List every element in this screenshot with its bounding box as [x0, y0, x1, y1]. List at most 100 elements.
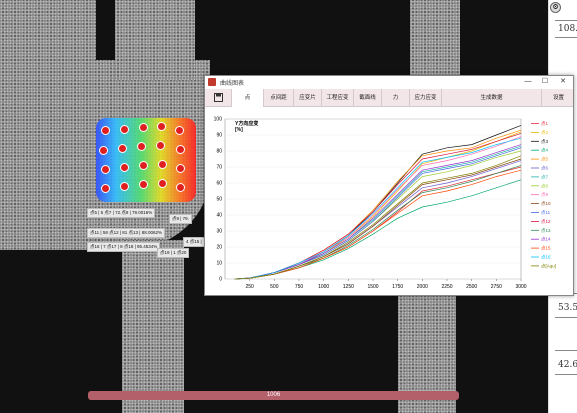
- legend-label: 点15: [541, 246, 551, 252]
- x-tick-label: 1250: [343, 284, 354, 290]
- legend-label: 点9: [541, 192, 548, 198]
- y-tick-label: 40: [216, 213, 222, 219]
- y-tick-label: 50: [216, 197, 222, 203]
- app-icon: [208, 78, 216, 86]
- x-tick-label: 750: [295, 284, 304, 290]
- ruler-divider: [555, 317, 577, 318]
- tracking-point[interactable]: [156, 141, 165, 150]
- x-tick-label: 2750: [491, 284, 502, 290]
- point-callout: 点9 | 79.: [169, 214, 192, 224]
- legend-label: 点6: [541, 166, 548, 172]
- tracking-point[interactable]: [157, 122, 166, 131]
- legend-label: 点8: [541, 183, 548, 189]
- gear-icon[interactable]: ⚙: [550, 2, 561, 13]
- ruler-divider: [555, 350, 577, 351]
- legend-label: 点12: [541, 219, 551, 225]
- tracking-point[interactable]: [118, 144, 127, 153]
- y-tick-label: 70: [216, 165, 222, 171]
- tracking-point[interactable]: [158, 160, 167, 169]
- y-tick-label: 10: [216, 261, 222, 267]
- x-tick-label: 500: [270, 284, 279, 290]
- window-titlebar[interactable]: 曲线图表 — ☐ ✕: [205, 76, 573, 88]
- ruler-divider: [555, 374, 577, 375]
- screen: 点5 | 5 点7 | 72.点8 | 79.0016% 点9 | 79. 点11 …: [0, 0, 577, 413]
- tracking-point[interactable]: [120, 125, 129, 134]
- tracking-point[interactable]: [137, 142, 146, 151]
- close-icon[interactable]: ✕: [556, 77, 570, 87]
- chart-title: Y方向应变: [235, 120, 258, 127]
- legend-label: 点7: [541, 174, 548, 180]
- tab-point-distance[interactable]: 点间距: [264, 89, 294, 107]
- tracking-point[interactable]: [101, 126, 110, 135]
- legend-label: 点13: [541, 228, 551, 234]
- tracking-point[interactable]: [101, 165, 110, 174]
- tab-stress-strain[interactable]: 应力应变: [410, 89, 442, 107]
- tracking-point[interactable]: [176, 183, 185, 192]
- point-callout: 点11 | 58 点12 | 81 点13 | 88.0062%: [87, 228, 165, 238]
- ruler-value: 42.6: [558, 360, 577, 370]
- tracking-point[interactable]: [139, 180, 148, 189]
- tracking-point[interactable]: [176, 145, 185, 154]
- tab-generate-data[interactable]: 生成数据: [442, 89, 542, 107]
- x-tick-label: 1750: [392, 284, 403, 290]
- x-tick-label: 1500: [367, 284, 378, 290]
- legend-label: 点11: [541, 210, 551, 216]
- legend-label: 点4: [541, 148, 548, 154]
- y-tick-label: 80: [216, 149, 222, 155]
- y-tick-label: 20: [216, 245, 222, 251]
- tracking-point[interactable]: [139, 123, 148, 132]
- minimize-icon[interactable]: —: [521, 77, 535, 87]
- legend-label: 点[Aqu]: [541, 263, 556, 269]
- save-icon[interactable]: [205, 89, 232, 107]
- tracking-point[interactable]: [101, 184, 110, 193]
- legend-label: 点2: [541, 130, 548, 136]
- tab-point[interactable]: 点: [232, 89, 264, 107]
- ruler-value: 108.: [558, 24, 577, 34]
- tab-force[interactable]: 力: [382, 89, 410, 107]
- y-tick-label: 0: [219, 277, 222, 283]
- ruler-divider: [555, 37, 577, 38]
- point-callout: 点5 | 5 点7 | 72.点8 | 79.0016%: [87, 208, 156, 218]
- y-tick-label: 100: [214, 117, 223, 123]
- tab-settings[interactable]: 设置: [542, 89, 575, 107]
- x-tick-label: 2000: [417, 284, 428, 290]
- legend-label: 点3: [541, 139, 548, 145]
- x-tick-label: 1000: [318, 284, 329, 290]
- specimen-left-body: [122, 240, 184, 413]
- ruler-value: 53.5: [558, 303, 577, 313]
- tab-strain-gauge[interactable]: 应变片: [294, 89, 322, 107]
- legend-label: 点10: [541, 201, 551, 207]
- x-tick-label: 2250: [441, 284, 452, 290]
- frame-progress-bar[interactable]: 1006: [88, 391, 459, 400]
- maximize-icon[interactable]: ☐: [538, 77, 552, 87]
- toolbar: 点 点间距 应变片 工程应变 截面线 力 应力应变 生成数据 设置: [205, 89, 573, 107]
- tracking-point[interactable]: [158, 179, 167, 188]
- x-tick-label: 250: [245, 284, 254, 290]
- specimen-right-upper: [410, 0, 460, 76]
- tracking-point[interactable]: [175, 126, 184, 135]
- tracking-point[interactable]: [176, 164, 185, 173]
- tracking-point[interactable]: [99, 146, 108, 155]
- legend-label: 点16: [541, 255, 551, 261]
- strain-chart: 0 10 20 30 40 50 60 70 80 90 100 250 500 750 1000 1250 1…: [205, 107, 573, 295]
- y-axis-label: [%]: [235, 127, 243, 133]
- y-tick-label: 60: [216, 181, 222, 187]
- legend-label: 点14: [541, 237, 551, 243]
- point-callout: 4 点15 |: [183, 237, 205, 247]
- y-tick-label: 30: [216, 229, 222, 235]
- frame-progress-label: 1006: [266, 392, 281, 398]
- ruler-divider: [555, 20, 577, 21]
- tab-engineering-strain[interactable]: 工程应变: [322, 89, 354, 107]
- y-tick-label: 90: [216, 133, 222, 139]
- point-callout: 点16 | 7 点17 | 8 点18 | 95.4534%: [87, 242, 161, 252]
- legend-label: 点1: [541, 121, 548, 127]
- legend-label: 点5: [541, 157, 548, 163]
- tracking-point[interactable]: [120, 163, 129, 172]
- tracking-point[interactable]: [120, 182, 129, 191]
- point-callout: 点19 | 1 点20: [157, 248, 190, 258]
- tab-section-line[interactable]: 截面线: [354, 89, 382, 107]
- tracking-point[interactable]: [139, 161, 148, 170]
- chart-window: 曲线图表 — ☐ ✕ 点 点间距 应变片 工程应变 截面线 力 应力应变 生成数…: [204, 75, 574, 296]
- x-tick-label: 3000: [515, 284, 526, 290]
- x-tick-label: 2500: [466, 284, 477, 290]
